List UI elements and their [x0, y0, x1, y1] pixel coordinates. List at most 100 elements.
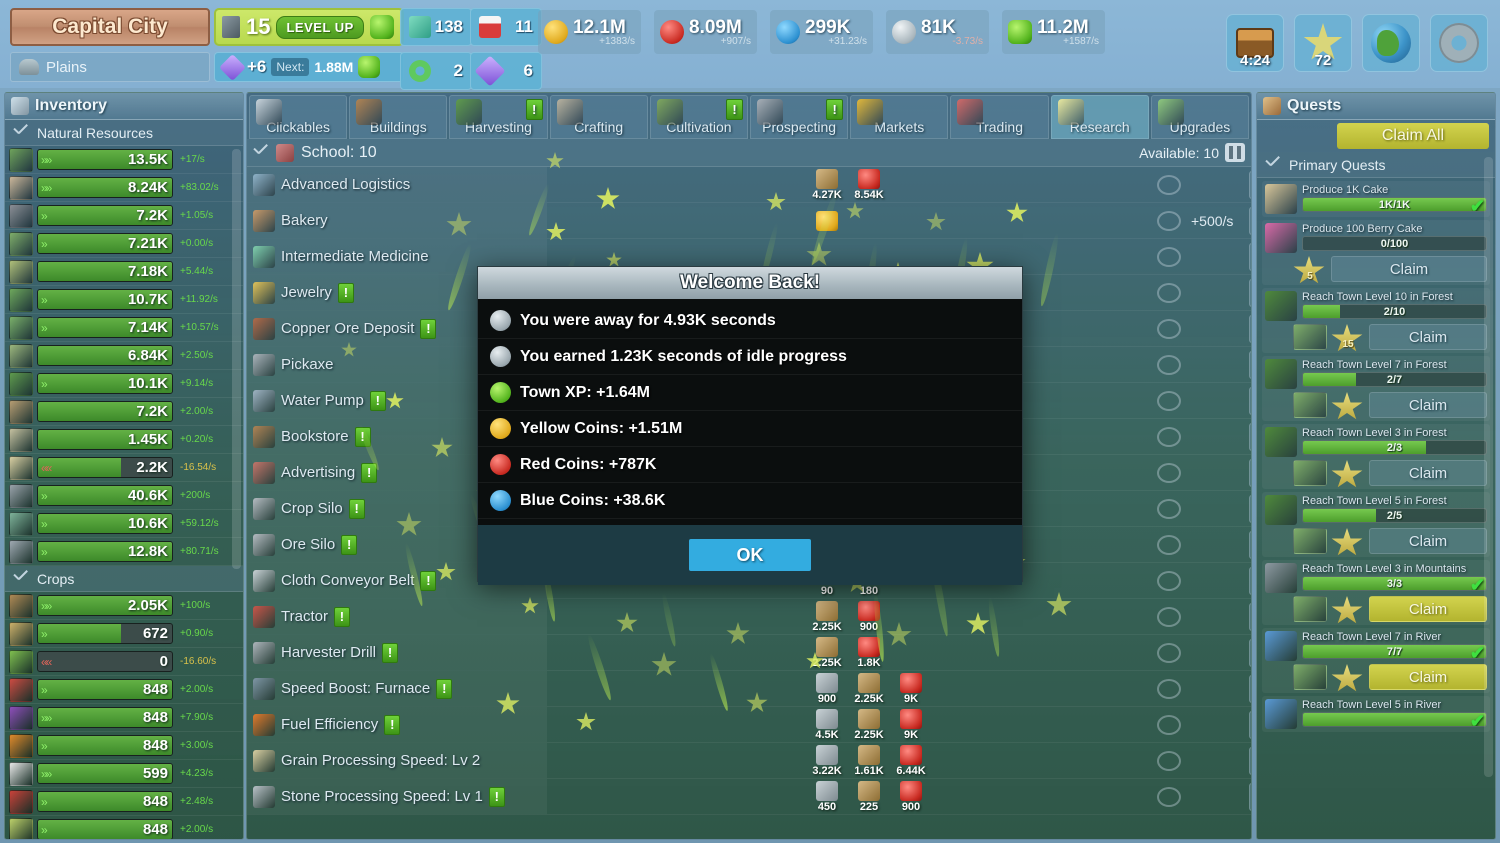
alert-icon[interactable]: ! [370, 391, 386, 411]
inventory-row[interactable]: »» 599 +4.23/s [5, 760, 243, 788]
repeat-icon[interactable] [1157, 535, 1181, 555]
tab-crafting[interactable]: Crafting [550, 95, 648, 139]
inventory-row[interactable]: » 848 +2.00/s [5, 676, 243, 704]
repeat-icon[interactable] [1157, 175, 1181, 195]
claim-button[interactable]: Claim [1369, 528, 1487, 554]
top-button-globe-icon[interactable] [1362, 14, 1420, 72]
inventory-row[interactable]: » 848 +2.48/s [5, 788, 243, 816]
top-button-gear-icon[interactable] [1430, 14, 1488, 72]
repeat-icon[interactable] [1157, 643, 1181, 663]
claim-button[interactable]: Claim [1369, 596, 1487, 622]
inventory-row[interactable]: 7.18K +5.44/s [5, 258, 243, 286]
tab-buildings[interactable]: Buildings [349, 95, 447, 139]
inventory-row[interactable]: »» 8.24K +83.02/s [5, 174, 243, 202]
quantity-stepper[interactable]: 0✚ [1249, 171, 1252, 199]
inventory-row[interactable]: » 10.6K +59.12/s [5, 510, 243, 538]
repeat-icon[interactable] [1157, 571, 1181, 591]
quests-scrollbar[interactable] [1484, 157, 1493, 777]
quantity-stepper[interactable]: 0✚ [1249, 711, 1252, 739]
ok-button[interactable]: OK [689, 539, 811, 571]
repeat-icon[interactable] [1157, 319, 1181, 339]
quantity-stepper[interactable]: 0✚ [1249, 387, 1252, 415]
quantity-stepper[interactable]: 0✚ [1249, 315, 1252, 343]
tab-cultivation[interactable]: Cultivation! [650, 95, 748, 139]
alert-icon[interactable]: ! [826, 99, 843, 120]
collapse-icon[interactable] [1265, 158, 1281, 171]
repeat-icon[interactable] [1157, 427, 1181, 447]
alert-icon[interactable]: ! [355, 427, 371, 447]
repeat-icon[interactable] [1157, 751, 1181, 771]
pause-icon[interactable] [1225, 143, 1245, 162]
inventory-row[interactable]: » 848 +2.00/s [5, 816, 243, 840]
repeat-icon[interactable] [1157, 679, 1181, 699]
inventory-row[interactable]: » 7.21K +0.00/s [5, 230, 243, 258]
research-section-header[interactable]: School: 10 Available: 10 [247, 139, 1251, 167]
quantity-stepper[interactable]: 0✚ [1249, 351, 1252, 379]
repeat-icon[interactable] [1157, 247, 1181, 267]
quantity-stepper[interactable]: 0✚ [1249, 423, 1252, 451]
research-name-cell[interactable]: Stone Processing Speed: Lv 1! [247, 779, 547, 814]
top-button-treasure-chest-icon[interactable]: 4:24 [1226, 14, 1284, 72]
inventory-row[interactable]: » 7.2K +1.05/s [5, 202, 243, 230]
alert-icon[interactable]: ! [420, 571, 436, 591]
inventory-section-natural-resources[interactable]: Natural Resources [5, 120, 243, 146]
claim-button[interactable]: Claim [1369, 664, 1487, 690]
alert-icon[interactable]: ! [382, 643, 398, 663]
quantity-stepper[interactable]: 0✚ [1249, 747, 1252, 775]
inventory-row[interactable]: » 10.7K +11.92/s [5, 286, 243, 314]
quantity-stepper[interactable]: 0✚ [1249, 207, 1252, 235]
inventory-section-crops[interactable]: Crops [5, 566, 243, 592]
repeat-icon[interactable] [1157, 463, 1181, 483]
inventory-row[interactable]: 7.2K +2.00/s [5, 398, 243, 426]
quantity-stepper[interactable]: 0✚ [1249, 279, 1252, 307]
inventory-row[interactable]: «« 0 -16.60/s [5, 648, 243, 676]
research-name-cell[interactable]: Advanced Logistics [247, 167, 547, 202]
alert-icon[interactable]: ! [436, 679, 452, 699]
quantity-stepper[interactable]: 0✚ [1249, 639, 1252, 667]
tab-harvesting[interactable]: Harvesting! [449, 95, 547, 139]
level-up-button[interactable]: LEVEL UP [276, 16, 363, 39]
inventory-row[interactable]: » 672 +0.90/s [5, 620, 243, 648]
quantity-stepper[interactable]: 0✚ [1249, 567, 1252, 595]
alert-icon[interactable]: ! [384, 715, 400, 735]
quest-list[interactable]: Produce 1K Cake 1K/1K ✔ Produce 100 Berry C… [1257, 181, 1495, 732]
alert-icon[interactable]: ! [420, 319, 436, 339]
repeat-icon[interactable] [1157, 391, 1181, 411]
alert-icon[interactable]: ! [334, 607, 350, 627]
tab-clickables[interactable]: Clickables [249, 95, 347, 139]
repeat-icon[interactable] [1157, 787, 1181, 807]
alert-icon[interactable]: ! [726, 99, 743, 120]
inventory-row[interactable]: »» 13.5K +17/s [5, 146, 243, 174]
level-up-box[interactable]: 15 LEVEL UP [214, 8, 404, 46]
research-name-cell[interactable]: Speed Boost: Furnace! [247, 671, 547, 706]
inventory-row[interactable]: » 10.1K +9.14/s [5, 370, 243, 398]
inventory-row[interactable]: » 40.6K +200/s [5, 482, 243, 510]
research-name-cell[interactable]: Fuel Efficiency! [247, 707, 547, 742]
claim-all-button[interactable]: Claim All [1337, 123, 1489, 149]
inventory-row[interactable]: » 7.14K +10.57/s [5, 314, 243, 342]
repeat-icon[interactable] [1157, 499, 1181, 519]
inventory-row[interactable]: 1.45K +0.20/s [5, 426, 243, 454]
research-name-cell[interactable]: Bakery [247, 203, 547, 238]
tab-upgrades[interactable]: Upgrades [1151, 95, 1249, 139]
quantity-stepper[interactable]: 0✚ [1249, 459, 1252, 487]
claim-button[interactable]: Claim [1331, 256, 1487, 282]
repeat-icon[interactable] [1157, 607, 1181, 627]
top-button-star-icon[interactable]: 72 [1294, 14, 1352, 72]
primary-quests-section[interactable]: Primary Quests [1257, 152, 1495, 178]
collapse-icon[interactable] [13, 572, 29, 585]
repeat-icon[interactable] [1157, 283, 1181, 303]
collapse-icon[interactable] [13, 126, 29, 139]
inventory-row[interactable]: » 848 +3.00/s [5, 732, 243, 760]
research-name-cell[interactable]: Tractor! [247, 599, 547, 634]
quantity-stepper[interactable]: 0✚ [1249, 783, 1252, 811]
inventory-list[interactable]: Natural Resources»» 13.5K +17/s»» 8.24K +83.… [5, 120, 243, 840]
alert-icon[interactable]: ! [338, 283, 354, 303]
alert-icon[interactable]: ! [489, 787, 505, 807]
quantity-stepper[interactable]: 0✚ [1249, 603, 1252, 631]
tab-research[interactable]: Research [1051, 95, 1149, 139]
inventory-row[interactable]: » 12.8K +80.71/s [5, 538, 243, 566]
repeat-icon[interactable] [1157, 355, 1181, 375]
alert-icon[interactable]: ! [349, 499, 365, 519]
quantity-stepper[interactable]: 0✚ [1249, 531, 1252, 559]
